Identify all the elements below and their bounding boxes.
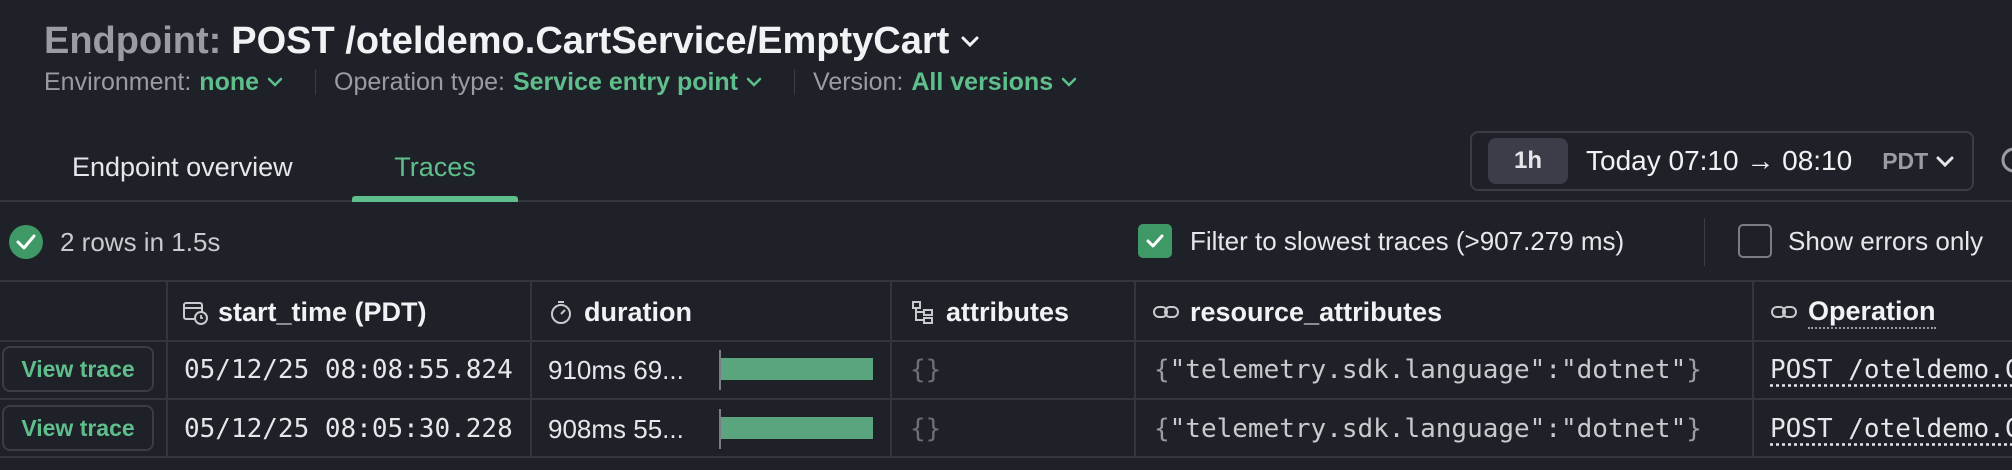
query-status-bar: 2 rows in 1.5s Filter to slowest traces … <box>0 204 2012 280</box>
column-header-resource-attributes[interactable]: resource_attributes <box>1152 284 1442 340</box>
divider <box>794 69 796 95</box>
link-icon <box>1152 299 1180 325</box>
column-label: start_time (PDT) <box>218 296 427 327</box>
environment-value: none <box>199 67 260 96</box>
json-value: "dotnet" <box>1561 414 1687 444</box>
json-key: "telemetry.sdk.language" <box>1169 355 1546 385</box>
version-value: All versions <box>911 67 1054 96</box>
show-errors-label: Show errors only <box>1788 225 1984 256</box>
time-range-text[interactable]: Today 07:10 → 08:10 <box>1586 145 1852 177</box>
chevron-down-icon <box>265 72 285 92</box>
view-trace-button[interactable]: View trace <box>2 346 154 392</box>
stopwatch-icon <box>548 299 574 325</box>
column-divider <box>1752 282 1754 458</box>
column-header-start-time[interactable]: start_time (PDT) <box>182 284 427 340</box>
filter-slowest-checkbox[interactable] <box>1138 224 1172 258</box>
json-key: "telemetry.sdk.language" <box>1169 414 1546 444</box>
chevron-down-icon <box>1059 72 1079 92</box>
duration-bar <box>721 417 873 439</box>
check-circle-icon <box>8 224 44 260</box>
version-label: Version: <box>813 67 904 96</box>
time-preset-button[interactable]: 1h <box>1488 138 1568 184</box>
environment-dropdown[interactable]: none <box>199 68 285 97</box>
column-divider <box>166 282 168 458</box>
column-label: resource_attributes <box>1190 296 1443 327</box>
column-header-operation[interactable]: Operation <box>1770 284 1936 340</box>
operation-type-value: Service entry point <box>512 67 739 96</box>
operation-type-filter[interactable]: Operation type: Service entry point <box>334 68 764 97</box>
operation-type-dropdown[interactable]: Service entry point <box>513 68 764 97</box>
column-divider <box>890 282 892 458</box>
calendar-clock-icon <box>182 299 208 325</box>
json-brace: { <box>1154 414 1170 444</box>
json-brace: } <box>1686 355 1702 385</box>
chevron-down-icon <box>744 72 764 92</box>
title-prefix: Endpoint: <box>44 19 222 62</box>
search-icon[interactable] <box>1998 146 2012 178</box>
tab-endpoint-overview[interactable]: Endpoint overview <box>72 134 293 200</box>
attributes-cell[interactable]: {} <box>910 341 941 399</box>
resource-attributes-cell[interactable]: {"telemetry.sdk.language": "dotnet"} <box>1154 400 1702 458</box>
column-label: attributes <box>946 296 1070 327</box>
column-label: Operation <box>1808 296 1936 329</box>
json-colon: : <box>1545 414 1561 444</box>
operation-cell[interactable]: POST /oteldemo.C <box>1770 400 2012 458</box>
tree-icon <box>910 299 936 325</box>
table-top-border <box>0 280 2012 282</box>
time-range-picker[interactable]: 1h Today 07:10 → 08:10 PDT <box>1470 131 1974 191</box>
divider <box>315 69 317 95</box>
view-trace-button[interactable]: View trace <box>2 405 154 451</box>
column-divider <box>1134 282 1136 458</box>
divider <box>1704 218 1705 266</box>
filter-slowest-label: Filter to slowest traces (>907.279 ms) <box>1190 225 1625 256</box>
column-header-duration[interactable]: duration <box>548 284 692 340</box>
duration-cell: 910ms 69... <box>548 354 684 385</box>
start-time-cell: 05/12/25 08:05:30.228 <box>184 414 513 444</box>
column-header-attributes[interactable]: attributes <box>910 284 1069 340</box>
timezone-value: PDT <box>1882 147 1929 174</box>
version-dropdown[interactable]: All versions <box>911 68 1079 97</box>
start-time-cell: 05/12/25 08:08:55.824 <box>184 355 513 385</box>
show-errors-checkbox[interactable] <box>1738 224 1772 258</box>
json-brace: } <box>1686 414 1702 444</box>
chevron-down-icon <box>1934 150 1956 172</box>
link-icon <box>1770 299 1798 325</box>
row-count-text: 2 rows in 1.5s <box>60 226 221 257</box>
resource-attributes-cell[interactable]: {"telemetry.sdk.language": "dotnet"} <box>1154 341 1702 399</box>
tabbar-divider <box>0 200 2012 202</box>
json-colon: : <box>1545 355 1561 385</box>
endpoint-selector[interactable]: POST /oteldemo.CartService/EmptyCart <box>231 20 949 63</box>
version-filter[interactable]: Version: All versions <box>813 68 1079 97</box>
environment-label: Environment: <box>44 67 192 96</box>
timezone-dropdown[interactable]: PDT <box>1882 148 1956 175</box>
chevron-down-icon[interactable] <box>959 30 981 52</box>
active-tab-indicator <box>352 196 518 202</box>
column-label: duration <box>584 296 692 327</box>
column-divider <box>530 282 532 458</box>
environment-filter[interactable]: Environment: none <box>44 68 285 97</box>
endpoint-meta: Environment: none Operation type: Servic… <box>44 64 1079 100</box>
filter-slowest-toggle[interactable]: Filter to slowest traces (>907.279 ms) <box>1138 224 1624 258</box>
duration-cell: 908ms 55... <box>548 413 684 444</box>
operation-type-label: Operation type: <box>334 67 505 96</box>
page-title: Endpoint: POST /oteldemo.CartService/Emp… <box>44 14 981 68</box>
tab-traces[interactable]: Traces <box>352 134 518 200</box>
operation-cell[interactable]: POST /oteldemo.C <box>1770 341 2012 399</box>
duration-bar <box>721 358 873 380</box>
json-value: "dotnet" <box>1561 355 1687 385</box>
json-brace: { <box>1154 355 1170 385</box>
query-status: 2 rows in 1.5s <box>8 224 220 260</box>
attributes-cell[interactable]: {} <box>910 400 941 458</box>
show-errors-toggle[interactable]: Show errors only <box>1738 224 1983 258</box>
